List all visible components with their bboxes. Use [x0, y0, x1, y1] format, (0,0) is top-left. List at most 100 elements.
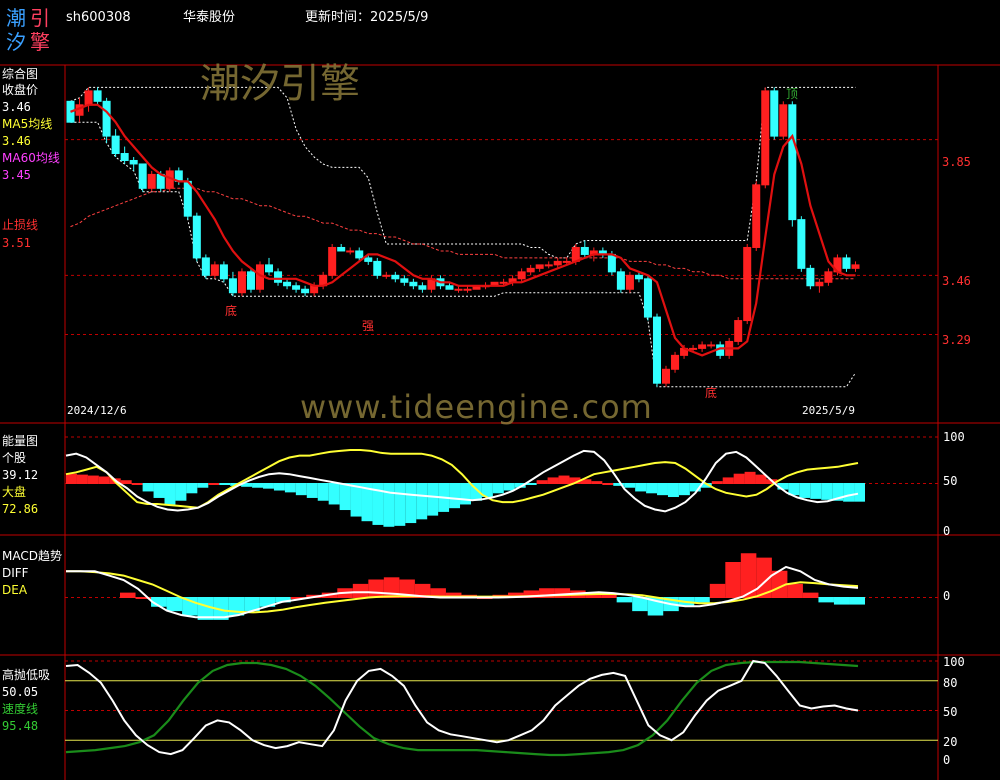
- candle-body: [634, 274, 643, 280]
- candle-body: [192, 215, 201, 259]
- energy-bar: [328, 483, 340, 505]
- energy-bar: [142, 483, 154, 492]
- stock-code: sh600308: [66, 10, 131, 25]
- kdj-speed-value: 95.48: [2, 719, 39, 733]
- ma60-value: 3.45: [2, 168, 31, 182]
- candle-body: [797, 219, 806, 269]
- energy-bar: [744, 471, 756, 484]
- candle-body: [292, 285, 301, 290]
- energy-bar: [186, 483, 198, 494]
- logo-char-3: 汐: [6, 30, 26, 54]
- candle-body: [562, 260, 571, 263]
- kdj-tick-80: 80: [943, 676, 958, 690]
- candle-body: [228, 278, 237, 294]
- energy-bar: [197, 483, 209, 488]
- candle-body: [526, 267, 535, 273]
- energy-bar: [405, 483, 417, 524]
- candle-body: [111, 135, 120, 155]
- energy-bar: [273, 483, 285, 491]
- energy-bar: [263, 483, 274, 489]
- energy-bar: [657, 483, 668, 496]
- candle-body: [418, 285, 427, 290]
- energy-market-label: 大盘: [2, 485, 27, 499]
- kdj-title: 高抛低吸: [2, 668, 51, 682]
- macd-dea-label: DEA: [2, 583, 28, 597]
- candle-body: [391, 274, 400, 280]
- candle-body: [806, 267, 815, 287]
- energy-bar: [164, 483, 176, 505]
- energy-bar: [667, 483, 679, 498]
- macd-bar: [120, 592, 136, 598]
- candle-body: [328, 246, 337, 276]
- candle-body: [283, 281, 292, 287]
- candle-body: [743, 246, 752, 322]
- candle-body: [652, 316, 662, 384]
- candle-body: [499, 281, 508, 284]
- energy-bar: [525, 483, 537, 485]
- candle-body: [373, 260, 382, 276]
- energy-bar: [624, 483, 636, 488]
- candle-body: [400, 278, 409, 283]
- candle-body: [219, 264, 228, 280]
- candle-body: [246, 271, 255, 290]
- price-tick-3: 3.29: [942, 333, 971, 347]
- candle-body: [671, 354, 680, 370]
- candle-body: [274, 271, 283, 283]
- macd-bar: [368, 579, 384, 598]
- macd-bar: [833, 597, 850, 605]
- energy-bar: [722, 477, 734, 485]
- macd-bar: [849, 597, 866, 605]
- energy-bar: [503, 483, 515, 491]
- candle-body: [301, 288, 310, 294]
- kdj-tick-20: 20: [943, 735, 958, 749]
- energy-bar: [120, 480, 132, 484]
- energy-bar: [350, 483, 362, 517]
- candle-body: [788, 104, 797, 221]
- candle-body: [698, 344, 707, 349]
- macd-bar: [616, 597, 633, 603]
- candle-body: [815, 281, 824, 287]
- energy-market-value: 72.86: [2, 502, 39, 516]
- candle-body: [210, 264, 219, 276]
- candle-body: [689, 347, 698, 350]
- macd-bar: [352, 583, 369, 598]
- energy-bar: [98, 476, 110, 484]
- candle-body: [382, 274, 391, 277]
- energy-bar: [755, 474, 767, 485]
- price-tick-1: 3.85: [942, 155, 971, 169]
- macd-bar: [725, 562, 741, 598]
- energy-bar: [87, 475, 99, 484]
- energy-tick-100: 100: [943, 430, 965, 444]
- energy-bar: [175, 483, 187, 501]
- logo-char-4: 擎: [30, 30, 50, 54]
- date-end: 2025/5/9: [802, 404, 855, 417]
- candle-body: [625, 274, 634, 290]
- energy-bar: [547, 477, 559, 485]
- energy-tick-0: 0: [943, 524, 951, 538]
- macd-bar: [818, 597, 834, 603]
- energy-bar: [799, 483, 811, 498]
- top-annotation: 顶: [786, 87, 799, 101]
- energy-bar: [536, 480, 548, 484]
- energy-bar: [843, 483, 855, 502]
- energy-bar: [131, 483, 143, 485]
- energy-bar: [383, 483, 395, 527]
- energy-bar: [306, 483, 318, 498]
- energy-bar: [854, 483, 866, 502]
- watermark-title: 潮汐引擎: [200, 61, 360, 107]
- candle-body: [616, 271, 625, 290]
- candle-body: [643, 278, 652, 318]
- close-label: 收盘价: [2, 83, 39, 97]
- energy-bar: [339, 483, 351, 511]
- candle-body: [752, 184, 761, 248]
- candle-body: [337, 246, 346, 252]
- macd-diff-label: DIFF: [2, 566, 29, 580]
- candle-body: [364, 257, 373, 262]
- stock-analysis-screen: 潮引 汐擎 sh600308 华泰股份 更新时间：2025/5/9 综合图 收盘…: [0, 0, 1000, 780]
- macd-tick-0: 0: [943, 589, 951, 603]
- candle-body: [120, 153, 129, 161]
- candle-body: [824, 271, 833, 283]
- candle-body: [553, 260, 562, 266]
- candle-body: [463, 288, 472, 291]
- candle-body: [770, 90, 779, 137]
